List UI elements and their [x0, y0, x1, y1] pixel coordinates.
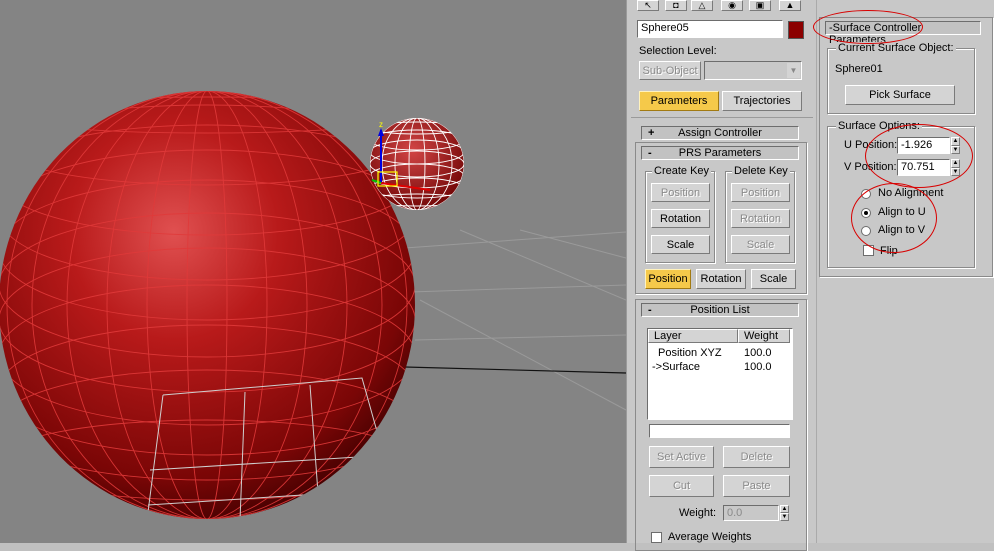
svg-text:z: z — [379, 120, 383, 129]
position-list-rollout[interactable]: - Position List — [641, 303, 799, 317]
prs-parameters-label: PRS Parameters — [678, 147, 762, 159]
grid-lines — [404, 229, 626, 411]
no-alignment-label: No Alignment — [878, 187, 944, 199]
sub-object-button[interactable]: Sub-Object — [639, 61, 701, 80]
big-sphere — [0, 91, 415, 519]
paste-button[interactable]: Paste — [723, 475, 790, 497]
weight-label: Weight: — [679, 507, 717, 519]
flip-label: Flip — [880, 245, 898, 257]
layer-list[interactable]: Layer Weight Position XYZ 100.0 ->Surfac… — [647, 328, 793, 420]
command-panel: ↖ ◘ △ ◉ ▣ ▲ Sphere05 Selection Level: Su… — [626, 0, 817, 551]
viewport[interactable]: z — [0, 0, 626, 543]
average-weights-label: Average Weights — [668, 531, 752, 543]
object-color-swatch[interactable] — [788, 21, 804, 39]
v-position-field[interactable]: 70.751 — [897, 159, 950, 176]
v-position-label: V Position: — [844, 161, 897, 173]
small-sphere — [370, 118, 464, 210]
collapse-icon: - — [648, 147, 652, 159]
weight-spinner[interactable]: ▲ ▼ — [780, 505, 789, 521]
surface-controller-panel: -Surface Controller Parameters Current S… — [813, 0, 994, 543]
align-to-u-radio[interactable] — [861, 208, 871, 218]
delete-key-position-button[interactable]: Position — [731, 183, 790, 202]
set-active-button[interactable]: Set Active — [649, 446, 714, 468]
object-name-field[interactable]: Sphere05 — [637, 20, 783, 38]
weight-column-label: Weight — [744, 330, 779, 342]
display-icon[interactable]: ▣ — [749, 0, 771, 11]
layer-column-header[interactable]: Layer — [648, 329, 738, 343]
modify-icon[interactable]: ◘ — [665, 0, 687, 11]
surface-options-title: Surface Options: — [836, 120, 922, 132]
assign-controller-label: Assign Controller — [678, 127, 762, 139]
u-position-field[interactable]: -1.926 — [897, 137, 950, 154]
hierarchy-icon[interactable]: △ — [691, 0, 713, 11]
sub-object-dropdown[interactable]: ▼ — [704, 61, 802, 80]
create-key-rotation-button[interactable]: Rotation — [651, 209, 710, 228]
weight-field[interactable]: 0.0 — [723, 505, 779, 521]
current-surface-object: Sphere01 — [835, 63, 883, 75]
utilities-icon[interactable]: ▲ — [779, 0, 801, 11]
weight-column-header[interactable]: Weight — [738, 329, 790, 343]
mode-rotation-button[interactable]: Rotation — [696, 269, 746, 289]
table-row[interactable]: ->Surface 100.0 — [648, 361, 792, 375]
pick-surface-button[interactable]: Pick Surface — [845, 85, 955, 105]
layer-weight: 100.0 — [744, 361, 772, 373]
viewport-scene[interactable]: z — [0, 0, 626, 543]
create-key-scale-button[interactable]: Scale — [651, 235, 710, 254]
average-weights-checkbox[interactable] — [651, 532, 662, 543]
position-list-label: Position List — [690, 304, 750, 316]
align-to-v-radio[interactable] — [861, 226, 871, 236]
u-position-spinner[interactable]: ▲ ▼ — [951, 137, 960, 154]
no-alignment-radio[interactable] — [861, 189, 871, 199]
assign-controller-rollout[interactable]: + Assign Controller — [641, 126, 799, 140]
u-position-label: U Position: — [844, 139, 898, 151]
select-icon[interactable]: ↖ — [637, 0, 659, 11]
create-key-title: Create Key — [652, 165, 712, 177]
selection-level-label: Selection Level: — [639, 45, 717, 57]
delete-key-scale-button[interactable]: Scale — [731, 235, 790, 254]
align-to-u-label: Align to U — [878, 206, 926, 218]
create-key-position-button[interactable]: Position — [651, 183, 710, 202]
current-surface-title: Current Surface Object: — [836, 42, 956, 54]
motion-icon[interactable]: ◉ — [721, 0, 743, 11]
chevron-down-icon[interactable]: ▼ — [787, 63, 800, 78]
collapse-icon: - — [648, 304, 652, 316]
layer-name: ->Surface — [652, 361, 700, 373]
parameters-button[interactable]: Parameters — [639, 91, 719, 111]
v-position-spinner[interactable]: ▲ ▼ — [951, 159, 960, 176]
cut-button[interactable]: Cut — [649, 475, 714, 497]
flip-checkbox[interactable] — [863, 245, 874, 256]
delete-key-rotation-button[interactable]: Rotation — [731, 209, 790, 228]
mode-position-button[interactable]: Position — [645, 269, 691, 289]
layer-weight: 100.0 — [744, 347, 772, 359]
prs-parameters-rollout[interactable]: - PRS Parameters — [641, 146, 799, 160]
layer-column-label: Layer — [654, 330, 682, 342]
divider — [631, 117, 813, 118]
surface-controller-rollout[interactable]: -Surface Controller Parameters — [825, 21, 981, 46]
layer-name-field[interactable] — [649, 424, 790, 438]
expand-icon: + — [648, 127, 655, 139]
table-row[interactable]: Position XYZ 100.0 — [648, 347, 792, 361]
align-to-v-label: Align to V — [878, 224, 926, 236]
delete-layer-button[interactable]: Delete — [723, 446, 790, 468]
axis-line — [404, 366, 626, 374]
layer-name: Position XYZ — [658, 347, 722, 359]
trajectories-button[interactable]: Trajectories — [722, 91, 802, 111]
delete-key-title: Delete Key — [732, 165, 790, 177]
mode-scale-button[interactable]: Scale — [751, 269, 796, 289]
